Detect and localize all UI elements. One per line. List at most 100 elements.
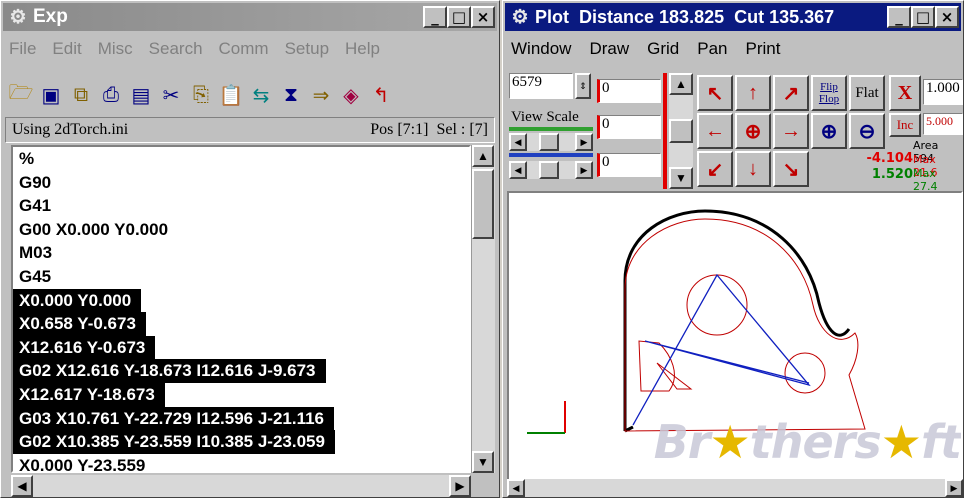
flat-button[interactable]: Flat bbox=[849, 75, 885, 111]
scroll-up-button[interactable]: ▲ bbox=[472, 145, 494, 167]
code-line[interactable]: G41 bbox=[13, 194, 469, 218]
print-icon[interactable]: ⎙ bbox=[97, 80, 125, 110]
menu-setup[interactable]: Setup bbox=[285, 39, 329, 59]
offset-field-3[interactable]: 0 bbox=[597, 153, 661, 177]
pan-right-icon[interactable]: → bbox=[773, 113, 809, 149]
scale-slider-1[interactable]: ◀ ▶ bbox=[509, 133, 593, 151]
offset-field-1[interactable]: 0 bbox=[597, 79, 661, 103]
watermark: Br★thers★ft bbox=[654, 415, 961, 469]
editor-horizontal-scrollbar[interactable]: ◀ ▶ bbox=[11, 475, 471, 497]
inc-value-field[interactable]: 5.000 bbox=[923, 113, 963, 135]
plot-scroll-left-button[interactable]: ◀ bbox=[507, 479, 525, 497]
center-target-icon[interactable]: ⊕ bbox=[735, 113, 771, 149]
counter-spinner[interactable]: ⇕ bbox=[575, 73, 591, 99]
pan-down-icon[interactable]: ↓ bbox=[735, 151, 771, 187]
menu-draw[interactable]: Draw bbox=[589, 39, 629, 59]
code-line[interactable]: G03 X10.761 Y-22.729 I12.596 J-21.116 bbox=[13, 406, 335, 431]
menu-comm[interactable]: Comm bbox=[219, 39, 269, 59]
menu-file[interactable]: File bbox=[9, 39, 36, 59]
pan-down-left-icon[interactable]: ↙ bbox=[697, 151, 733, 187]
menu-search[interactable]: Search bbox=[149, 39, 203, 59]
view-scale-blue-bar bbox=[509, 153, 593, 157]
code-line[interactable]: X12.616 Y-0.673 bbox=[13, 335, 156, 360]
code-line[interactable]: X0.000 Y-23.559 bbox=[13, 454, 469, 471]
delta-y-value: 1.520 bbox=[871, 167, 913, 182]
hourglass-icon[interactable]: ⧗ bbox=[277, 80, 305, 110]
scroll-right-button[interactable]: ▶ bbox=[449, 475, 471, 497]
maximize-button[interactable]: □ bbox=[447, 6, 471, 28]
menu-help[interactable]: Help bbox=[345, 39, 380, 59]
pan-left-icon[interactable]: ← bbox=[697, 113, 733, 149]
editor-toolbar: 🗁 ▣ ⧉ ⎙ ▤ ✂ ⎘ 📋 ⇆ ⧗ ⇒ ◈ ↰ bbox=[3, 77, 497, 113]
copy-icon[interactable]: ⎘ bbox=[187, 80, 215, 110]
red-circle-upper bbox=[686, 274, 748, 336]
plot-canvas[interactable]: Br★thers★ft bbox=[507, 191, 963, 481]
renumber-icon[interactable]: ⇆ bbox=[247, 80, 275, 110]
menu-window[interactable]: Window bbox=[511, 39, 571, 59]
menu-edit[interactable]: Edit bbox=[52, 39, 81, 59]
zoom-out-icon[interactable]: ⊖ bbox=[849, 113, 885, 149]
x-axis-button[interactable]: X bbox=[889, 75, 921, 111]
offset-field-2[interactable]: 0 bbox=[597, 115, 661, 139]
code-line[interactable]: G90 bbox=[13, 171, 469, 195]
cut-icon[interactable]: ✂ bbox=[157, 80, 185, 110]
x-value-field[interactable]: 1.000 bbox=[923, 79, 963, 105]
zoom-in-icon[interactable]: ⊕ bbox=[811, 113, 847, 149]
save-icon[interactable]: ▣ bbox=[37, 80, 65, 110]
pan-down-right-icon[interactable]: ↘ bbox=[773, 151, 809, 187]
delta-x-value: -4.104 bbox=[866, 151, 913, 166]
print-preview-icon[interactable]: ▤ bbox=[127, 80, 155, 110]
minimize-button[interactable]: _ bbox=[887, 6, 911, 28]
star-icon: ★ bbox=[709, 415, 750, 469]
pan-up-right-icon[interactable]: ↗ bbox=[773, 75, 809, 111]
menu-grid[interactable]: Grid bbox=[647, 39, 679, 59]
pan-up-icon[interactable]: ↑ bbox=[735, 75, 771, 111]
minimize-button[interactable]: _ bbox=[423, 6, 447, 28]
plot-horizontal-scrollbar[interactable]: ◀ ▶ bbox=[507, 479, 963, 497]
editor-titlebar[interactable]: ⚙ Exp _ □ × bbox=[3, 3, 497, 31]
code-line[interactable]: X0.000 Y0.000 bbox=[13, 288, 142, 313]
status-file: Using 2dTorch.ini bbox=[12, 121, 129, 138]
menu-misc[interactable]: Misc bbox=[98, 39, 133, 59]
editor-title: Exp bbox=[33, 6, 68, 27]
counter-field[interactable]: 6579 bbox=[509, 73, 573, 99]
send-icon[interactable]: ⇒ bbox=[307, 80, 335, 110]
code-line[interactable]: X0.658 Y-0.673 bbox=[13, 312, 146, 336]
menu-pan[interactable]: Pan bbox=[697, 39, 727, 59]
editor-vertical-scrollbar[interactable]: ▲ ▼ bbox=[471, 145, 495, 473]
status-pos: Pos [7:1] bbox=[370, 121, 429, 138]
palette-icon[interactable]: ◈ bbox=[337, 80, 365, 110]
menu-print[interactable]: Print bbox=[746, 39, 781, 59]
code-line[interactable]: G02 X10.385 Y-23.559 I10.385 J-23.059 bbox=[13, 430, 335, 454]
return-icon[interactable]: ↰ bbox=[367, 80, 395, 110]
open-folder-icon[interactable]: 🗁 bbox=[7, 80, 35, 110]
code-line[interactable]: G00 X0.000 Y0.000 bbox=[13, 218, 469, 242]
code-line[interactable]: M03 bbox=[13, 241, 469, 265]
plot-menubar: Window Draw Grid Pan Print bbox=[505, 37, 961, 61]
gcode-editor[interactable]: % G90 G41 G00 X0.000 Y0.000 M03 G45 X0.000 Y0.… bbox=[11, 145, 471, 473]
pan-up-left-icon[interactable]: ↖ bbox=[697, 75, 733, 111]
plot-scroll-right-button[interactable]: ▶ bbox=[945, 479, 963, 497]
close-button[interactable]: × bbox=[935, 6, 959, 28]
red-divider bbox=[663, 73, 667, 189]
watermark-part-2: thers bbox=[749, 415, 882, 469]
offset-vertical-scrollbar[interactable]: ▲ ▼ bbox=[669, 73, 693, 189]
plot-titlebar[interactable]: ⚙ Plot Distance 183.825 Cut 135.367 _ □ … bbox=[505, 3, 961, 31]
code-line[interactable]: G45 bbox=[13, 265, 469, 289]
code-line[interactable]: G02 X12.616 Y-18.673 I12.616 J-9.673 bbox=[13, 359, 326, 383]
scroll-thumb[interactable] bbox=[472, 169, 494, 239]
scroll-left-button[interactable]: ◀ bbox=[11, 475, 33, 497]
scale-slider-2[interactable]: ◀ ▶ bbox=[509, 161, 593, 179]
close-button[interactable]: × bbox=[471, 6, 495, 28]
code-line[interactable]: X12.617 Y-18.673 bbox=[13, 382, 165, 407]
view-scale-green-bar bbox=[509, 127, 593, 131]
code-line[interactable]: % bbox=[13, 147, 469, 171]
paste-icon[interactable]: 📋 bbox=[217, 80, 245, 110]
scroll-down-button[interactable]: ▼ bbox=[472, 451, 494, 473]
plot-window: ⚙ Plot Distance 183.825 Cut 135.367 _ □ … bbox=[502, 0, 964, 498]
max-y-label: Max 27.4 bbox=[913, 167, 938, 193]
maximize-button[interactable]: □ bbox=[911, 6, 935, 28]
inc-button[interactable]: Inc bbox=[889, 113, 921, 137]
copy-file-icon[interactable]: ⧉ bbox=[67, 80, 95, 110]
flip-flop-button[interactable]: Flip Flop bbox=[811, 75, 847, 111]
